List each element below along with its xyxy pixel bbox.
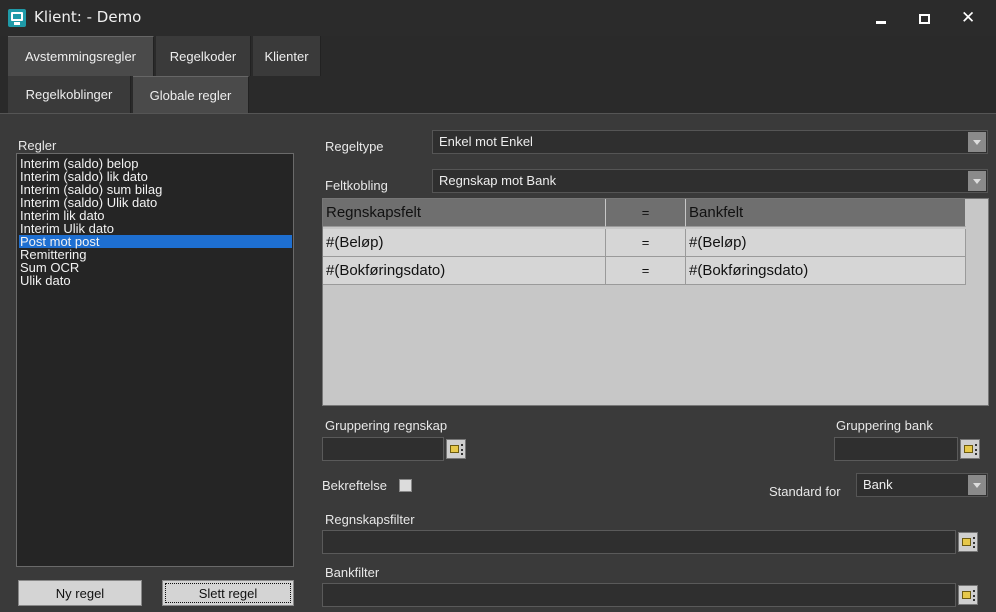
grid-cell[interactable]: #(Bokføringsdato) xyxy=(323,257,606,285)
regeltype-value: Enkel mot Enkel xyxy=(439,134,533,149)
tab-regelkoblinger[interactable]: Regelkoblinger xyxy=(8,76,131,113)
tab-avstemmingsregler[interactable]: Avstemmingsregler xyxy=(8,36,154,76)
grid-cell[interactable]: = xyxy=(606,229,686,257)
picker-icon[interactable] xyxy=(446,439,466,459)
standard-for-value: Bank xyxy=(863,477,893,492)
close-button[interactable]: ✕ xyxy=(946,4,990,32)
gruppering-bank-input[interactable] xyxy=(834,437,958,461)
bankfilter-label: Bankfilter xyxy=(325,565,380,580)
grid-header-regnskapsfelt: Regnskapsfelt xyxy=(323,199,606,227)
new-rule-button[interactable]: Ny regel xyxy=(18,580,142,606)
tab-globale-regler[interactable]: Globale regler xyxy=(133,76,249,113)
feltkobling-value: Regnskap mot Bank xyxy=(439,173,557,188)
gruppering-regnskap-input[interactable] xyxy=(322,437,444,461)
chevron-down-icon[interactable] xyxy=(968,132,986,152)
bankfilter-input[interactable] xyxy=(322,583,956,607)
sub-tab-bar: Regelkoblinger Globale regler xyxy=(0,76,996,114)
regnskapsfilter-label: Regnskapsfilter xyxy=(325,512,415,527)
chevron-down-icon[interactable] xyxy=(968,475,986,495)
minimize-button[interactable] xyxy=(858,4,902,32)
bekreftelse-label: Bekreftelse xyxy=(322,478,388,493)
picker-icon[interactable] xyxy=(958,585,978,605)
gruppering-bank-label: Gruppering bank xyxy=(836,418,933,433)
app-icon xyxy=(8,9,26,27)
tab-klienter[interactable]: Klienter xyxy=(253,36,321,76)
standard-for-select[interactable]: Bank xyxy=(856,473,988,497)
feltkobling-select[interactable]: Regnskap mot Bank xyxy=(432,169,988,193)
window-title: Klient: - Demo xyxy=(34,8,142,26)
close-icon: ✕ xyxy=(961,8,976,28)
maximize-icon xyxy=(919,14,930,24)
list-item[interactable]: Ulik dato xyxy=(19,274,292,287)
grid-header-bankfelt: Bankfelt xyxy=(686,199,966,227)
rules-list[interactable]: Interim (saldo) belop Interim (saldo) li… xyxy=(16,153,294,567)
regeltype-label: Regeltype xyxy=(325,139,384,154)
feltkobling-label: Feltkobling xyxy=(325,178,388,193)
picker-icon[interactable] xyxy=(958,532,978,552)
grid-cell[interactable]: #(Beløp) xyxy=(323,229,606,257)
main-tab-bar: Avstemmingsregler Regelkoder Klienter xyxy=(0,36,996,76)
regnskapsfilter-input[interactable] xyxy=(322,530,956,554)
tab-regelkoder[interactable]: Regelkoder xyxy=(156,36,251,76)
picker-icon[interactable] xyxy=(960,439,980,459)
grid-cell[interactable]: #(Beløp) xyxy=(686,229,966,257)
field-mapping-grid[interactable]: Regnskapsfelt = Bankfelt #(Beløp) = #(Be… xyxy=(322,198,989,406)
regler-label: Regler xyxy=(18,138,57,153)
minimize-icon xyxy=(876,21,886,24)
grid-cell[interactable]: #(Bokføringsdato) xyxy=(686,257,966,285)
bekreftelse-checkbox[interactable] xyxy=(399,479,412,492)
grid-header-equals: = xyxy=(606,199,686,227)
maximize-button[interactable] xyxy=(902,4,946,32)
gruppering-regnskap-label: Gruppering regnskap xyxy=(325,418,448,433)
title-bar xyxy=(0,0,996,36)
regeltype-select[interactable]: Enkel mot Enkel xyxy=(432,130,988,154)
delete-rule-button[interactable]: Slett regel xyxy=(162,580,294,606)
chevron-down-icon[interactable] xyxy=(968,171,986,191)
standard-for-label: Standard for xyxy=(769,484,841,499)
grid-cell[interactable]: = xyxy=(606,257,686,285)
